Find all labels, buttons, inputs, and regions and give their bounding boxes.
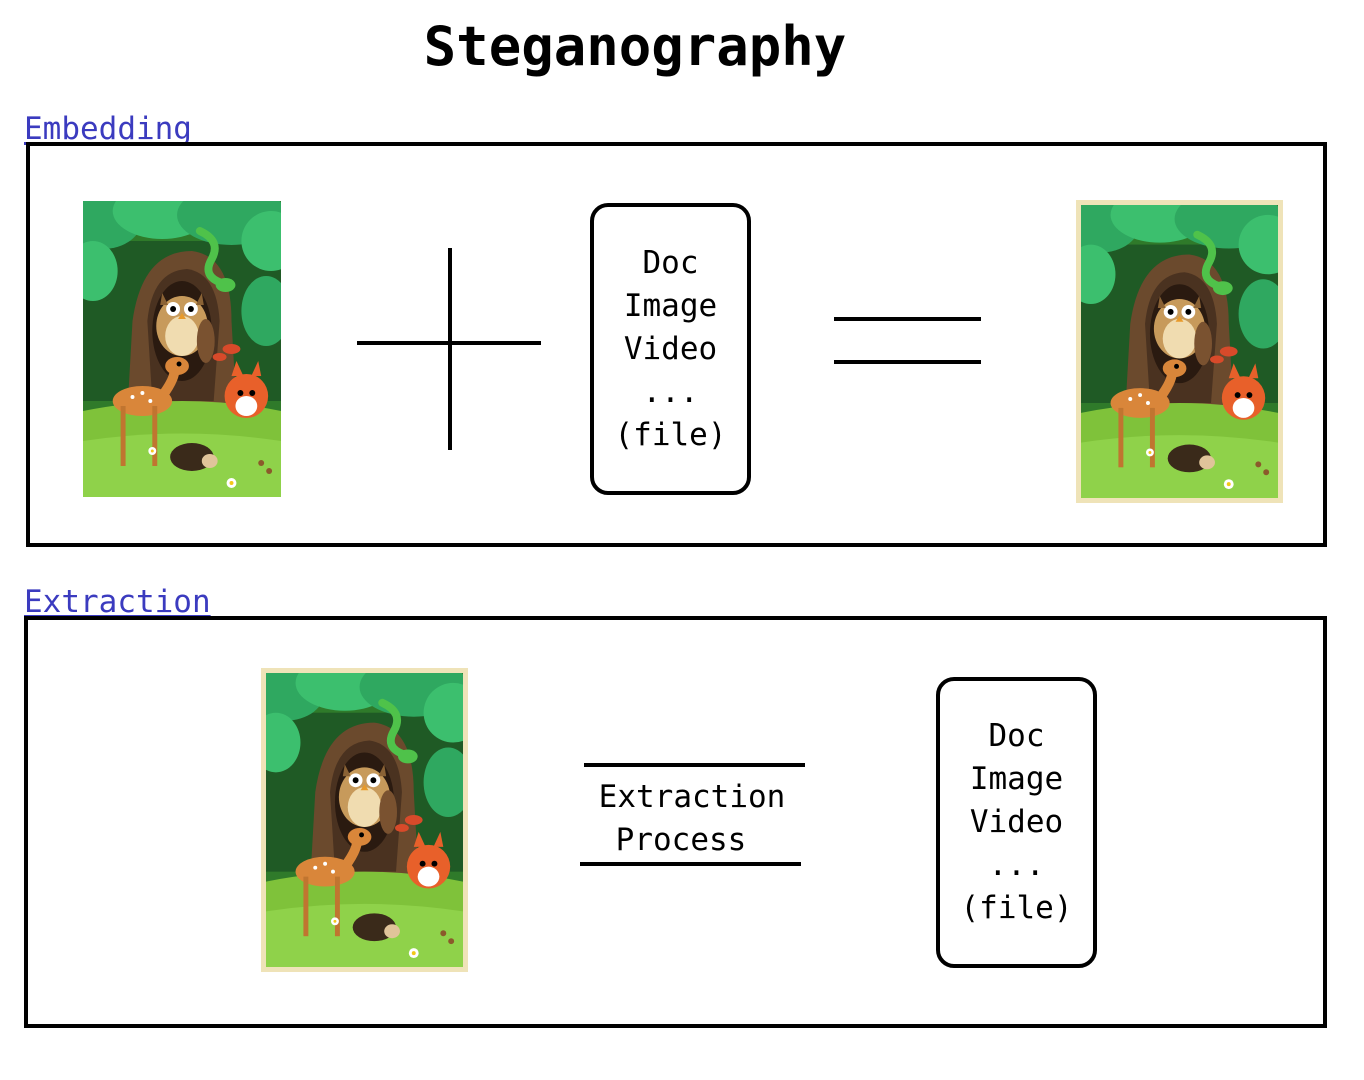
- recovered-file-box: Doc Image Video ... (file): [936, 677, 1097, 968]
- extraction-stego-image: [266, 673, 463, 967]
- equals-top-bar: [834, 317, 981, 321]
- cover-image: [83, 201, 281, 497]
- forest-illustration-icon: [83, 201, 281, 497]
- stego-image: [1081, 205, 1278, 498]
- extraction-process-label: Extraction Process: [584, 776, 800, 862]
- process-top-line: [584, 763, 805, 767]
- secret-file-box: Doc Image Video ... (file): [590, 203, 751, 495]
- process-bottom-line: [580, 862, 801, 866]
- process-line-2: Process: [615, 822, 747, 858]
- forest-illustration-icon: [1081, 205, 1278, 498]
- file-type-image: Image: [623, 287, 718, 324]
- file-type-file: (file): [614, 416, 727, 453]
- process-line-1: Extraction: [598, 779, 786, 815]
- file-type-doc: Doc: [988, 718, 1045, 754]
- file-type-image: Image: [969, 761, 1064, 797]
- plus-vertical-bar: [448, 248, 452, 450]
- file-type-video: Video: [969, 804, 1064, 840]
- file-type-ellipsis: ...: [642, 373, 699, 410]
- equals-bottom-bar: [834, 360, 981, 364]
- extraction-label: Extraction: [24, 584, 211, 620]
- file-type-file: (file): [960, 890, 1073, 926]
- file-type-video: Video: [623, 330, 718, 367]
- file-type-doc: Doc: [642, 244, 699, 281]
- forest-illustration-icon: [266, 673, 463, 967]
- page-title: Steganography: [423, 15, 847, 78]
- file-type-ellipsis: ...: [988, 847, 1045, 883]
